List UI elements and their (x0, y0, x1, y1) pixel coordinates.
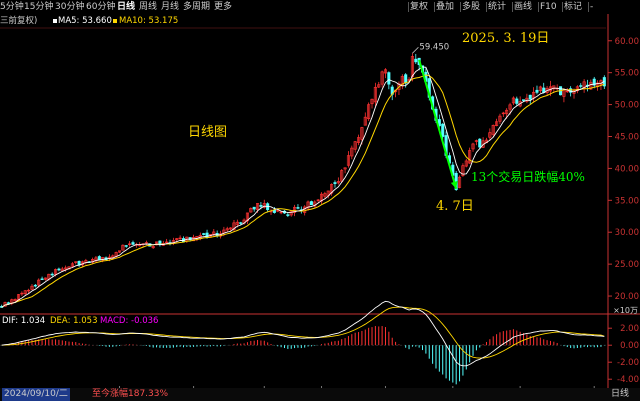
dif-legend: DIF: 1.034 (2, 316, 46, 326)
bottom-date-annotation: 4. 7日 (436, 199, 474, 214)
candle-body (579, 85, 583, 87)
kline-chart[interactable]: 60.00 55.00 50.00 45.00 40.00 35.00 30.00 25.00… (0, 0, 640, 388)
drop-annotation: 13个交易日跌幅40% (471, 170, 585, 184)
candle-body (414, 58, 418, 63)
peak-pointer (412, 46, 419, 54)
price-tick-label: 45.00 (615, 132, 639, 142)
candle-body (521, 99, 526, 101)
candle-body (124, 245, 128, 247)
candle-body (535, 89, 539, 93)
status-bar: 2024/09/10/二 至今涨幅187.33% 日线 (0, 388, 640, 401)
candle-body (33, 284, 37, 287)
candle-body (387, 72, 391, 85)
candle-body (333, 182, 337, 184)
macd-tick-label: -2.00 (617, 358, 639, 368)
candle-body (6, 302, 10, 304)
gain-since: 至今涨幅187.33% (92, 389, 169, 399)
peak-date-annotation: 2025. 3. 19日 (462, 31, 550, 46)
macd-tick-label: 0.00 (620, 341, 639, 351)
macd-tick-label: -4.00 (617, 375, 639, 385)
candle-body (286, 214, 290, 216)
candle-body (202, 233, 206, 235)
candle-body (441, 123, 445, 137)
candle-body (239, 222, 243, 224)
candle-body (252, 206, 256, 210)
candle-body (57, 268, 61, 271)
candle-body (515, 98, 519, 104)
candle-body (50, 273, 54, 276)
candle-body (40, 278, 44, 281)
selected-date: 2024/09/10/二 (2, 388, 70, 401)
price-tick-label: 20.00 (615, 292, 639, 302)
period-indicator[interactable]: 日线 (611, 388, 629, 401)
macd-tick-label: 2.00 (620, 324, 639, 334)
macd-value-legend: MACD: -0.036 (100, 316, 159, 326)
price-tick-label: 60.00 (615, 37, 639, 47)
candle-body (309, 201, 313, 206)
price-tick-label: 50.00 (615, 101, 639, 111)
dea-legend: DEA: 1.053 (50, 316, 98, 326)
price-tick-label: 30.00 (615, 228, 639, 238)
peak-price-label: 59.450 (419, 42, 449, 52)
candle-body (296, 207, 300, 209)
price-tick-label: 25.00 (615, 260, 639, 270)
candle-body (528, 94, 532, 100)
price-tick-label: 40.00 (615, 164, 639, 174)
candle-body (259, 205, 263, 207)
price-tick-label: 35.00 (615, 196, 639, 206)
ma10-line (1, 74, 605, 308)
candle-body (478, 138, 482, 148)
candle-body (131, 242, 135, 245)
drop-arrow-line (418, 59, 458, 190)
price-tick-label: 55.00 (615, 69, 639, 79)
chart-type-label: 日线图 (188, 125, 228, 140)
macd-unit-label: ×10万 (613, 306, 638, 315)
